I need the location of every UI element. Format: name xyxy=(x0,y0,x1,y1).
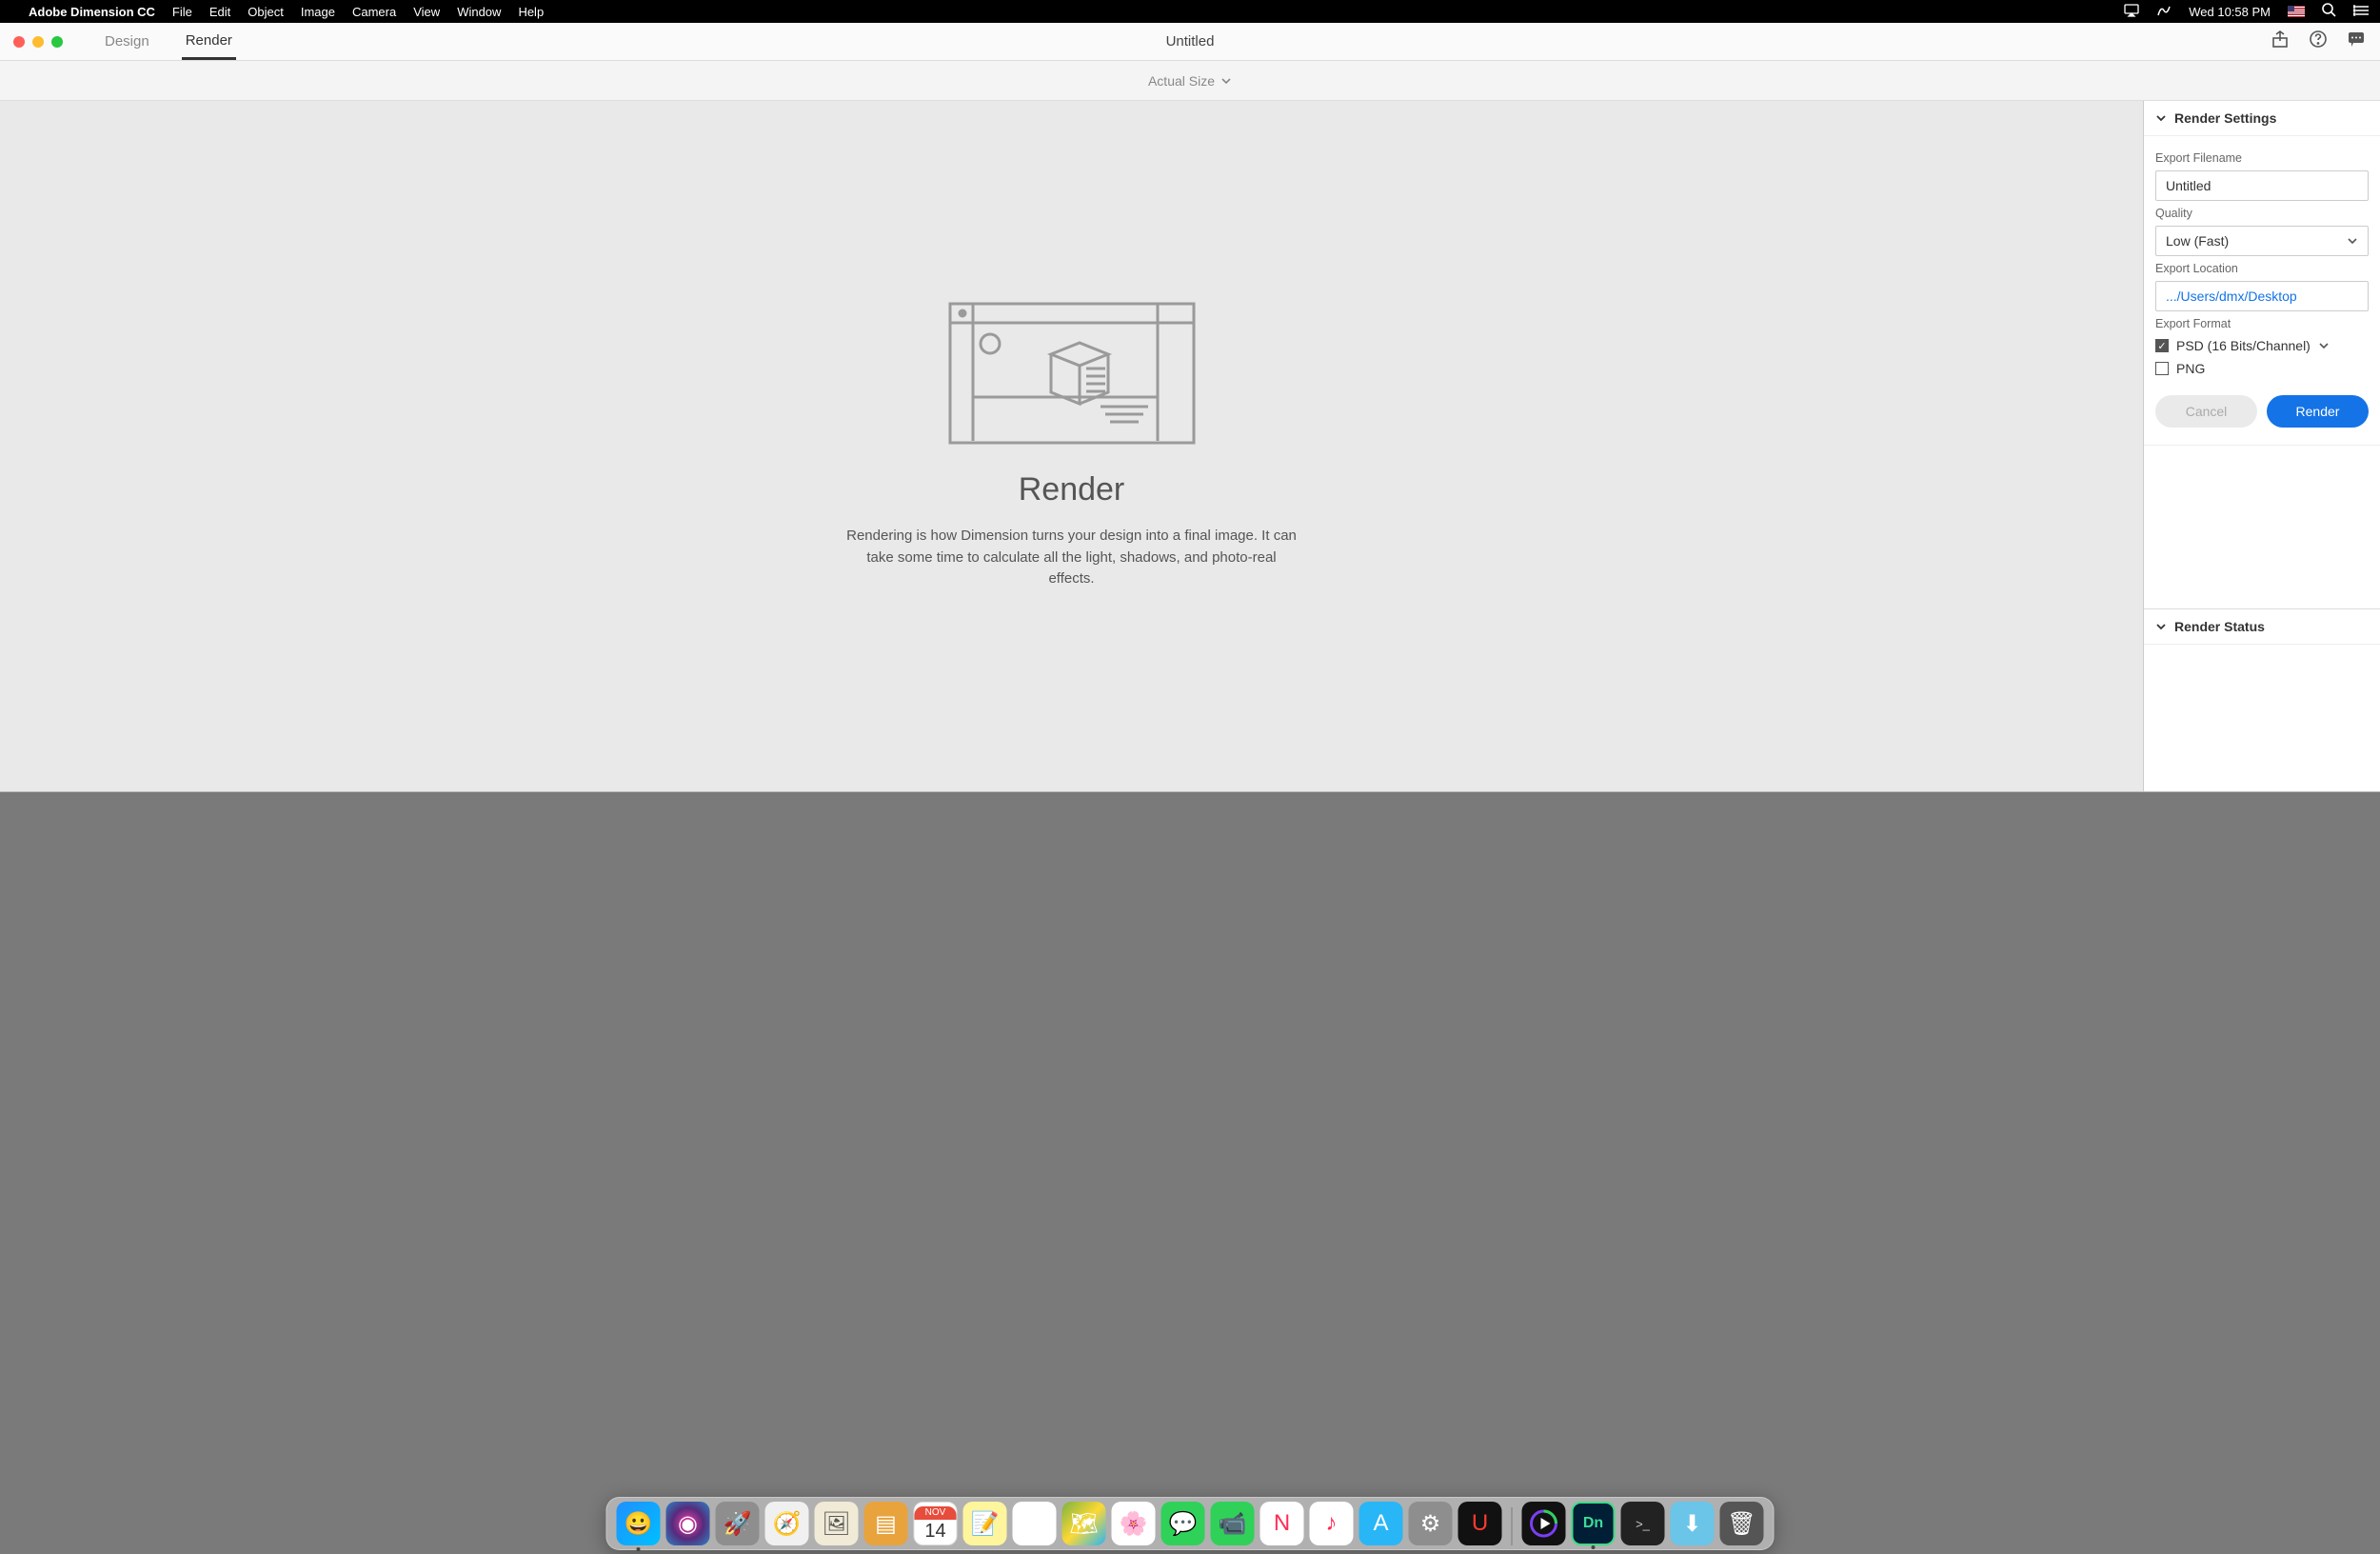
render-canvas: Render Rendering is how Dimension turns … xyxy=(0,101,2144,791)
macos-menubar: Adobe Dimension CC File Edit Object Imag… xyxy=(0,0,2380,23)
share-icon[interactable] xyxy=(2271,30,2289,52)
menu-object[interactable]: Object xyxy=(248,5,284,19)
checkbox-checked-icon: ✓ xyxy=(2155,339,2169,352)
chevron-down-icon xyxy=(2347,235,2358,247)
dock-trash[interactable]: 🗑 xyxy=(1720,1502,1764,1545)
dock-notes[interactable]: 📝 xyxy=(963,1502,1007,1545)
dock-messages[interactable]: 💬 xyxy=(1161,1502,1205,1545)
quality-select[interactable]: Low (Fast) xyxy=(2155,226,2369,256)
zoom-select[interactable]: Actual Size xyxy=(1148,73,1215,89)
chevron-down-icon[interactable] xyxy=(2318,340,2330,351)
clock[interactable]: Wed 10:58 PM xyxy=(2189,5,2271,19)
dock-settings[interactable]: ⚙ xyxy=(1409,1502,1453,1545)
quality-value: Low (Fast) xyxy=(2166,233,2229,249)
filename-input[interactable] xyxy=(2155,170,2369,201)
tab-design[interactable]: Design xyxy=(101,23,153,60)
dock-separator xyxy=(1512,1507,1513,1545)
render-button[interactable]: Render xyxy=(2267,395,2369,428)
location-label: Export Location xyxy=(2155,262,2369,275)
mode-tabs: Design Render xyxy=(101,23,236,60)
right-panel: Render Settings Export Filename Quality … xyxy=(2144,101,2380,791)
format-psd-checkbox[interactable]: ✓ PSD (16 Bits/Channel) xyxy=(2155,338,2369,353)
tab-render[interactable]: Render xyxy=(182,23,236,60)
status-icon[interactable] xyxy=(2156,4,2172,20)
dock-reminders[interactable]: ▥ xyxy=(1013,1502,1057,1545)
window-controls xyxy=(0,36,63,48)
dock-magnet[interactable]: U xyxy=(1458,1502,1502,1545)
input-source-flag-icon[interactable] xyxy=(2288,6,2305,17)
dock-downloads[interactable]: ⬇ xyxy=(1671,1502,1715,1545)
checkbox-unchecked-icon xyxy=(2155,362,2169,375)
canvas-heading: Render xyxy=(1019,471,1125,508)
format-label: Export Format xyxy=(2155,317,2369,330)
help-icon[interactable] xyxy=(2310,30,2327,52)
render-status-header[interactable]: Render Status xyxy=(2144,608,2380,645)
dock-stickies[interactable]: ▤ xyxy=(864,1502,908,1545)
menu-help[interactable]: Help xyxy=(518,5,544,19)
menu-list-icon[interactable] xyxy=(2353,5,2369,19)
dock: 😀 ◉ 🚀 🧭 🖼 ▤ NOV14 📝 ▥ 🗺 🌸 💬 📹 N ♪ A ⚙ U … xyxy=(606,1497,1775,1550)
window-minimize-button[interactable] xyxy=(32,36,44,48)
app-window: Design Render Untitled Actual Size xyxy=(0,23,2380,792)
dock-photos[interactable]: 🌸 xyxy=(1112,1502,1156,1545)
format-psd-label: PSD (16 Bits/Channel) xyxy=(2176,338,2311,353)
dock-launchpad[interactable]: 🚀 xyxy=(716,1502,760,1545)
chevron-down-icon xyxy=(2155,112,2167,124)
render-status-title: Render Status xyxy=(2174,619,2265,634)
cancel-button[interactable]: Cancel xyxy=(2155,395,2257,428)
dock-calendar[interactable]: NOV14 xyxy=(914,1502,958,1545)
titlebar: Design Render Untitled xyxy=(0,23,2380,61)
menu-edit[interactable]: Edit xyxy=(209,5,230,19)
render-settings-body: Export Filename Quality Low (Fast) Expor… xyxy=(2144,136,2380,446)
app-menu[interactable]: Adobe Dimension CC xyxy=(29,5,155,19)
menu-camera[interactable]: Camera xyxy=(352,5,396,19)
dock-facetime[interactable]: 📹 xyxy=(1211,1502,1255,1545)
render-illustration-icon xyxy=(948,302,1196,445)
filename-label: Export Filename xyxy=(2155,151,2369,165)
menu-file[interactable]: File xyxy=(172,5,192,19)
location-value: .../Users/dmx/Desktop xyxy=(2166,289,2297,304)
dock-safari[interactable]: 🧭 xyxy=(765,1502,809,1545)
window-close-button[interactable] xyxy=(13,36,25,48)
chevron-down-icon xyxy=(2155,621,2167,632)
dock-finder[interactable]: 😀 xyxy=(617,1502,661,1545)
dock-dimension[interactable]: Dn xyxy=(1572,1502,1616,1545)
feedback-icon[interactable] xyxy=(2348,30,2365,52)
menu-image[interactable]: Image xyxy=(301,5,335,19)
window-maximize-button[interactable] xyxy=(51,36,63,48)
canvas-description: Rendering is how Dimension turns your de… xyxy=(843,526,1300,590)
dock-terminal[interactable]: >_ xyxy=(1621,1502,1665,1545)
location-input[interactable]: .../Users/dmx/Desktop xyxy=(2155,281,2369,311)
menu-window[interactable]: Window xyxy=(457,5,501,19)
dock-news[interactable]: N xyxy=(1260,1502,1304,1545)
dock-appstore[interactable]: A xyxy=(1359,1502,1403,1545)
dock-preview[interactable]: 🖼 xyxy=(815,1502,859,1545)
document-title: Untitled xyxy=(1166,33,1215,50)
render-settings-header[interactable]: Render Settings xyxy=(2144,101,2380,136)
dock-motion[interactable] xyxy=(1522,1502,1566,1545)
quality-label: Quality xyxy=(2155,207,2369,220)
render-settings-title: Render Settings xyxy=(2174,110,2276,126)
dock-maps[interactable]: 🗺 xyxy=(1062,1502,1106,1545)
chevron-down-icon[interactable] xyxy=(1220,75,1232,87)
menu-view[interactable]: View xyxy=(413,5,440,19)
spotlight-icon[interactable] xyxy=(2322,3,2336,20)
format-png-label: PNG xyxy=(2176,361,2205,376)
format-png-checkbox[interactable]: PNG xyxy=(2155,361,2369,376)
dock-siri[interactable]: ◉ xyxy=(666,1502,710,1545)
dock-itunes[interactable]: ♪ xyxy=(1310,1502,1354,1545)
airplay-icon[interactable] xyxy=(2124,4,2139,20)
zoom-toolbar: Actual Size xyxy=(0,61,2380,101)
